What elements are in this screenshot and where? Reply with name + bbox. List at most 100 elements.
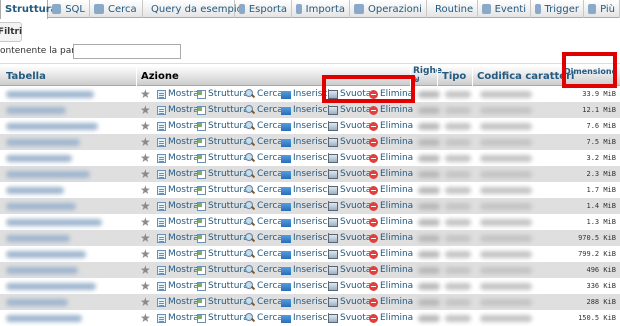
- action-mostra-link[interactable]: Mostra: [157, 230, 199, 246]
- action-mostra-link[interactable]: Mostra: [157, 294, 199, 310]
- tab-importa[interactable]: Importa: [292, 0, 350, 18]
- action-svuota-link[interactable]: Svuota: [328, 102, 371, 118]
- action-cerca-link[interactable]: Cerca: [245, 102, 283, 118]
- action-mostra-link[interactable]: Mostra: [157, 118, 199, 134]
- action-svuota-link[interactable]: Svuota: [328, 118, 371, 134]
- action-struttura-link[interactable]: Struttura: [197, 278, 249, 294]
- tab-trigger[interactable]: Trigger: [531, 0, 584, 18]
- action-inserisci-link[interactable]: Inserisci: [281, 294, 330, 310]
- action-elimina-link[interactable]: Elimina: [369, 102, 413, 118]
- action-struttura-link[interactable]: Struttura: [197, 294, 249, 310]
- action-cerca-link[interactable]: Cerca: [245, 150, 283, 166]
- action-mostra-link[interactable]: Mostra: [157, 150, 199, 166]
- action-cerca-link[interactable]: Cerca: [245, 310, 283, 326]
- favorite-star-icon[interactable]: ★: [140, 118, 151, 134]
- table-name-redacted[interactable]: [6, 134, 80, 150]
- action-cerca-link[interactable]: Cerca: [245, 230, 283, 246]
- action-mostra-link[interactable]: Mostra: [157, 102, 199, 118]
- action-elimina-link[interactable]: Elimina: [369, 198, 413, 214]
- table-name-redacted[interactable]: [6, 102, 66, 118]
- table-name-redacted[interactable]: [6, 86, 94, 102]
- action-elimina-link[interactable]: Elimina: [369, 182, 413, 198]
- action-cerca-link[interactable]: Cerca: [245, 294, 283, 310]
- favorite-star-icon[interactable]: ★: [140, 182, 151, 198]
- action-cerca-link[interactable]: Cerca: [245, 262, 283, 278]
- favorite-star-icon[interactable]: ★: [140, 150, 151, 166]
- action-mostra-link[interactable]: Mostra: [157, 310, 199, 326]
- action-mostra-link[interactable]: Mostra: [157, 262, 199, 278]
- table-name-redacted[interactable]: [6, 262, 78, 278]
- action-inserisci-link[interactable]: Inserisci: [281, 278, 330, 294]
- table-name-redacted[interactable]: [6, 198, 76, 214]
- action-svuota-link[interactable]: Svuota: [328, 294, 371, 310]
- action-elimina-link[interactable]: Elimina: [369, 150, 413, 166]
- favorite-star-icon[interactable]: ★: [140, 246, 151, 262]
- action-svuota-link[interactable]: Svuota: [328, 246, 371, 262]
- action-svuota-link[interactable]: Svuota: [328, 150, 371, 166]
- favorite-star-icon[interactable]: ★: [140, 262, 151, 278]
- action-struttura-link[interactable]: Struttura: [197, 198, 249, 214]
- table-name-redacted[interactable]: [6, 246, 86, 262]
- action-inserisci-link[interactable]: Inserisci: [281, 310, 330, 326]
- favorite-star-icon[interactable]: ★: [140, 166, 151, 182]
- action-inserisci-link[interactable]: Inserisci: [281, 214, 330, 230]
- table-name-redacted[interactable]: [6, 118, 98, 134]
- table-name-redacted[interactable]: [6, 310, 82, 326]
- action-elimina-link[interactable]: Elimina: [369, 262, 413, 278]
- action-cerca-link[interactable]: Cerca: [245, 214, 283, 230]
- action-inserisci-link[interactable]: Inserisci: [281, 182, 330, 198]
- action-cerca-link[interactable]: Cerca: [245, 134, 283, 150]
- action-inserisci-link[interactable]: Inserisci: [281, 166, 330, 182]
- action-elimina-link[interactable]: Elimina: [369, 246, 413, 262]
- action-mostra-link[interactable]: Mostra: [157, 246, 199, 262]
- favorite-star-icon[interactable]: ★: [140, 102, 151, 118]
- favorite-star-icon[interactable]: ★: [140, 278, 151, 294]
- favorite-star-icon[interactable]: ★: [140, 294, 151, 310]
- action-struttura-link[interactable]: Struttura: [197, 150, 249, 166]
- action-elimina-link[interactable]: Elimina: [369, 278, 413, 294]
- action-elimina-link[interactable]: Elimina: [369, 118, 413, 134]
- tab-query-da-esempio[interactable]: Query da esempio: [143, 0, 243, 18]
- action-elimina-link[interactable]: Elimina: [369, 230, 413, 246]
- action-svuota-link[interactable]: Svuota: [328, 134, 371, 150]
- column-tipo[interactable]: Tipo: [442, 66, 466, 86]
- table-name-redacted[interactable]: [6, 182, 64, 198]
- tab-routine[interactable]: Routine: [427, 0, 478, 18]
- action-struttura-link[interactable]: Struttura: [197, 214, 249, 230]
- tab-più[interactable]: Più: [584, 0, 620, 18]
- action-inserisci-link[interactable]: Inserisci: [281, 134, 330, 150]
- column-tabella[interactable]: Tabella: [6, 66, 46, 86]
- action-cerca-link[interactable]: Cerca: [245, 86, 283, 102]
- action-mostra-link[interactable]: Mostra: [157, 214, 199, 230]
- action-inserisci-link[interactable]: Inserisci: [281, 118, 330, 134]
- action-elimina-link[interactable]: Elimina: [369, 214, 413, 230]
- table-name-redacted[interactable]: [6, 278, 96, 294]
- action-mostra-link[interactable]: Mostra: [157, 182, 199, 198]
- tab-operazioni[interactable]: Operazioni: [350, 0, 427, 18]
- action-cerca-link[interactable]: Cerca: [245, 246, 283, 262]
- favorite-star-icon[interactable]: ★: [140, 310, 151, 326]
- action-svuota-link[interactable]: Svuota: [328, 182, 371, 198]
- column-codifica[interactable]: Codifica caratteri: [477, 66, 574, 86]
- action-struttura-link[interactable]: Struttura: [197, 118, 249, 134]
- tab-eventi[interactable]: Eventi: [478, 0, 531, 18]
- action-cerca-link[interactable]: Cerca: [245, 118, 283, 134]
- table-name-redacted[interactable]: [6, 150, 72, 166]
- action-inserisci-link[interactable]: Inserisci: [281, 198, 330, 214]
- favorite-star-icon[interactable]: ★: [140, 230, 151, 246]
- action-cerca-link[interactable]: Cerca: [245, 166, 283, 182]
- action-cerca-link[interactable]: Cerca: [245, 198, 283, 214]
- action-inserisci-link[interactable]: Inserisci: [281, 246, 330, 262]
- action-struttura-link[interactable]: Struttura: [197, 166, 249, 182]
- action-cerca-link[interactable]: Cerca: [245, 182, 283, 198]
- action-struttura-link[interactable]: Struttura: [197, 230, 249, 246]
- action-svuota-link[interactable]: Svuota: [328, 198, 371, 214]
- favorite-star-icon[interactable]: ★: [140, 214, 151, 230]
- table-name-redacted[interactable]: [6, 294, 68, 310]
- action-struttura-link[interactable]: Struttura: [197, 246, 249, 262]
- table-name-redacted[interactable]: [6, 214, 102, 230]
- action-elimina-link[interactable]: Elimina: [369, 134, 413, 150]
- tab-esporta[interactable]: Esporta: [235, 0, 292, 18]
- favorite-star-icon[interactable]: ★: [140, 86, 151, 102]
- tab-struttura[interactable]: Struttura: [0, 0, 57, 19]
